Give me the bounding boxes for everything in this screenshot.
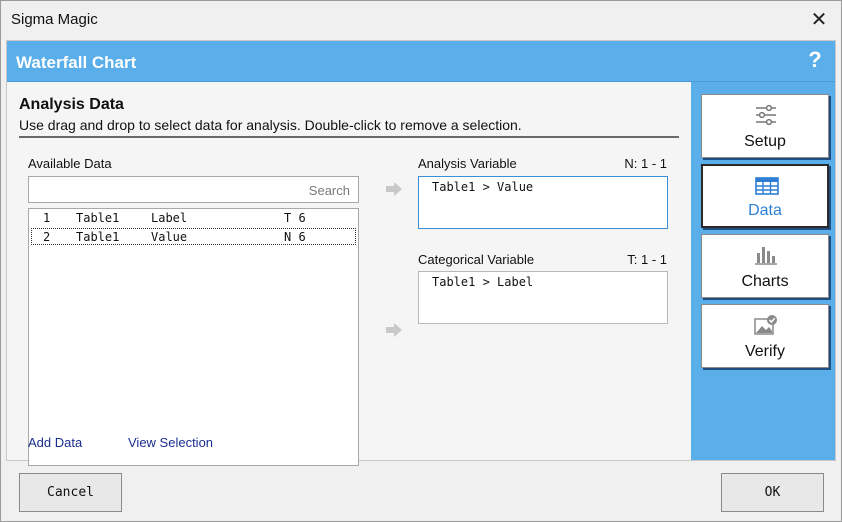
categorical-variable-field[interactable]: Table1 > Label [418,271,668,324]
dialog-content: Waterfall Chart ? Analysis Data Use drag… [6,40,836,466]
row-number: 1 [43,211,51,225]
image-check-icon [754,315,777,335]
arrow-right-icon[interactable] [385,181,403,197]
cancel-button[interactable]: Cancel [19,473,122,512]
row-table: Table1 [76,211,120,225]
nav-data-button[interactable]: Data [701,164,829,228]
side-nav: Setup Data Charts Verify [691,82,835,460]
section-divider [19,136,679,138]
help-icon[interactable]: ? [803,47,827,75]
section-description: Use drag and drop to select data for ana… [19,117,522,133]
search-placeholder: Search [308,183,350,198]
view-selection-link[interactable]: View Selection [128,435,213,450]
nav-data-label: Data [748,202,782,219]
analysis-variable-count: N: 1 - 1 [624,156,667,171]
analysis-variable-field[interactable]: Table1 > Value [418,176,668,229]
categorical-variable-label: Categorical Variable [418,252,535,267]
list-item[interactable]: 1 Table1 Label T 6 [31,210,356,227]
nav-verify-label: Verify [744,343,785,360]
window-title: Sigma Magic [11,11,98,28]
grid-icon [755,177,779,195]
close-icon[interactable]: ✕ [797,1,841,39]
header-bar: Waterfall Chart ? [7,41,835,82]
section-title: Analysis Data [19,96,124,113]
arrow-right-icon[interactable] [385,322,403,338]
analysis-variable-value: Table1 > Value [432,180,534,194]
row-variable: Value [151,230,188,244]
row-variable: Label [151,211,188,225]
available-data-list[interactable]: 1 Table1 Label T 6 2 Table1 Value N 6 [28,208,359,466]
sliders-icon [756,104,776,126]
ok-button[interactable]: OK [721,473,824,512]
title-bar: Sigma Magic ✕ [1,1,841,39]
nav-setup-button[interactable]: Setup [701,94,829,158]
dialog-window: Sigma Magic ✕ Waterfall Chart ? Analysis… [0,0,842,522]
row-table: Table1 [76,230,120,244]
available-data-label: Available Data [28,156,112,171]
search-input[interactable]: Search [28,176,359,203]
main-panel: Analysis Data Use drag and drop to selec… [7,82,691,466]
bar-chart-icon [755,247,777,265]
list-item[interactable]: 2 Table1 Value N 6 [31,228,356,245]
categorical-variable-count: T: 1 - 1 [627,252,667,267]
categorical-variable-value: Table1 > Label [432,275,534,289]
nav-verify-button[interactable]: Verify [701,304,829,368]
row-type: N 6 [284,230,306,244]
row-type: T 6 [284,211,306,225]
page-title: Waterfall Chart [16,53,137,72]
row-number: 2 [43,230,51,244]
nav-charts-button[interactable]: Charts [701,234,829,298]
add-data-link[interactable]: Add Data [28,435,82,450]
nav-setup-label: Setup [744,133,786,150]
nav-charts-label: Charts [741,273,789,290]
analysis-variable-label: Analysis Variable [418,156,517,171]
